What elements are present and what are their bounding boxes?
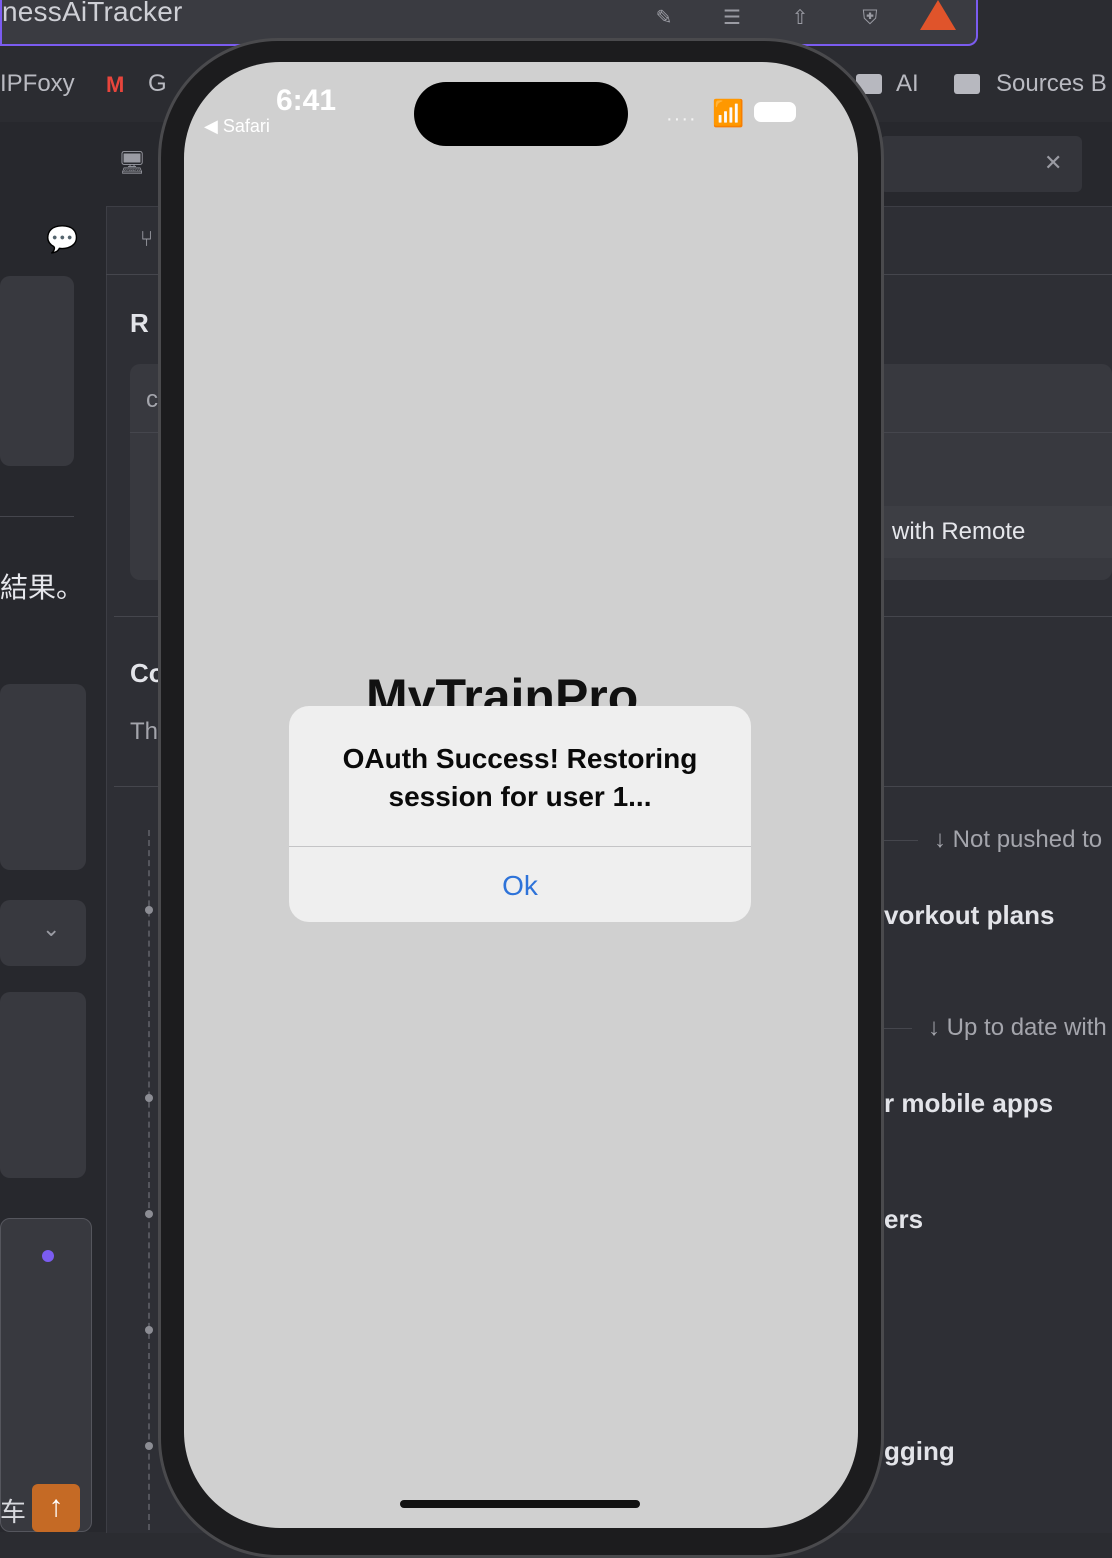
bookmark-ai[interactable]: AI	[896, 70, 919, 98]
commit-title[interactable]: gging	[884, 1436, 955, 1467]
edit-icon[interactable]: ✎	[652, 6, 676, 30]
up-to-date-label: Up to date with	[946, 1014, 1107, 1041]
status-time: 6:41	[276, 84, 337, 117]
card	[0, 684, 86, 870]
gmail-icon[interactable]: M	[106, 72, 124, 98]
timeline-dot	[145, 1442, 153, 1450]
close-icon[interactable]: ✕	[1044, 150, 1062, 176]
commit-status: ↓ Up to date with	[928, 1014, 1107, 1041]
alert-message: OAuth Success! Restoring session for use…	[342, 743, 698, 812]
ok-button[interactable]: Ok	[289, 847, 751, 922]
cellular-signal-icon: ····	[666, 108, 697, 130]
chat-text: 結果。	[0, 572, 85, 603]
divider	[884, 840, 918, 841]
text-fragment: 车	[0, 1497, 27, 1527]
commit-title[interactable]: ers	[884, 1204, 923, 1235]
reader-icon[interactable]: ☰	[720, 6, 744, 30]
new-chat-icon[interactable]: 💬	[46, 224, 78, 254]
section-heading: R	[130, 308, 149, 338]
timeline-dot	[145, 1094, 153, 1102]
sync-remote-label[interactable]: with Remote	[892, 518, 1025, 546]
bookmark-ipfoxy[interactable]: IPFoxy	[0, 70, 75, 98]
divider	[884, 1028, 912, 1029]
branch-icon[interactable]: ⑂	[140, 226, 153, 252]
status-dot	[42, 1250, 54, 1262]
commit-title[interactable]: r mobile apps	[884, 1088, 1053, 1119]
section-text: Th	[130, 718, 159, 745]
share-icon[interactable]: ⇧	[788, 6, 812, 30]
shield-icon[interactable]: ⛨	[858, 6, 882, 30]
card	[0, 992, 86, 1178]
send-button[interactable]: ↑	[32, 1484, 80, 1532]
brave-logo-icon[interactable]	[920, 0, 956, 30]
timeline-dot	[145, 906, 153, 914]
chevron-down-icon[interactable]: ⌄	[42, 916, 60, 942]
battery-icon	[754, 102, 796, 122]
commit-status: ↓ Not pushed to	[934, 826, 1103, 853]
back-to-safari-link[interactable]: ◀ Safari	[204, 116, 270, 137]
timeline-dot	[145, 1210, 153, 1218]
divider	[0, 516, 74, 517]
folder-icon	[954, 74, 980, 94]
timeline-dot	[145, 1326, 153, 1334]
bookmark-sources[interactable]: Sources B	[996, 70, 1107, 98]
monitor-icon[interactable]: 🖥	[118, 150, 148, 176]
card-text: c	[146, 386, 158, 413]
not-pushed-label: Not pushed to	[952, 826, 1103, 853]
home-indicator[interactable]	[400, 1500, 640, 1508]
commit-title[interactable]: vorkout plans	[884, 900, 1054, 931]
wifi-icon: 📶	[712, 98, 745, 128]
window-title: nessAiTracker	[2, 0, 183, 27]
card	[0, 276, 74, 466]
bookmark-g[interactable]: G	[148, 70, 167, 98]
dynamic-island	[414, 82, 628, 146]
commit-timeline	[148, 830, 150, 1530]
alert-dialog: OAuth Success! Restoring session for use…	[289, 706, 751, 922]
